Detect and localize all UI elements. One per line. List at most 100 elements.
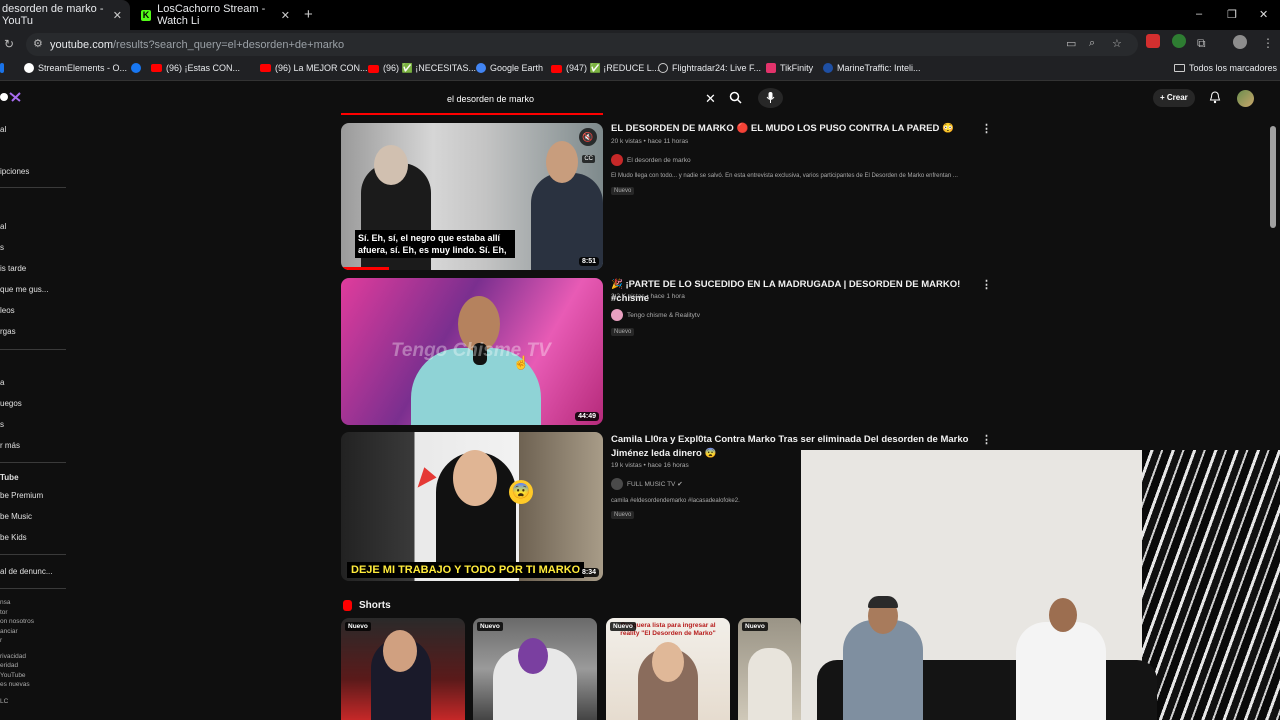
- sidebar-item[interactable]: que me gus...: [0, 285, 48, 294]
- apps-icon[interactable]: [0, 63, 4, 73]
- footer-link[interactable]: YouTube: [0, 672, 26, 679]
- footer-link[interactable]: r: [0, 637, 2, 644]
- person-head: [453, 450, 497, 506]
- video-title[interactable]: 🎉 ¡PARTE DE LO SUCEDIDO EN LA MADRUGADA …: [611, 278, 981, 306]
- sidebar-item[interactable]: ipciones: [0, 167, 29, 176]
- divider: [0, 588, 66, 589]
- bookmark-item[interactable]: (947) ✅ ¡REDUCE L...: [551, 63, 659, 74]
- menu-dots-icon[interactable]: ⋮: [1262, 36, 1274, 50]
- all-bookmarks-folder[interactable]: Todos los marcadores: [1174, 63, 1277, 73]
- close-icon[interactable]: ✕: [281, 9, 290, 22]
- new-badge: Nuevo: [345, 622, 371, 631]
- video-title[interactable]: EL DESORDEN DE MARKO 🔴 EL MUDO LOS PUSO …: [611, 122, 981, 136]
- maximize-icon[interactable]: ❐: [1227, 8, 1237, 21]
- profile-avatar-icon[interactable]: [1233, 35, 1247, 49]
- new-tab-button[interactable]: +: [304, 6, 313, 23]
- sidebar-item[interactable]: al: [0, 222, 6, 231]
- footer-link[interactable]: eridad: [0, 662, 18, 669]
- video-meta: 2.2 K vistas • hace 1 hora: [611, 293, 685, 300]
- zoom-icon[interactable]: ⌕: [1089, 37, 1095, 50]
- sidebar-item[interactable]: al: [0, 125, 6, 134]
- search-icon[interactable]: [729, 91, 742, 109]
- divider: [0, 554, 66, 555]
- tab-youtube-search[interactable]: desorden de marko - YouTu ✕: [0, 0, 130, 30]
- short-card[interactable]: Nuevo: [473, 618, 597, 720]
- flightradar-icon: [658, 63, 668, 73]
- sidebar-item[interactable]: be Kids: [0, 533, 27, 542]
- sidebar-item[interactable]: rgas: [0, 327, 16, 336]
- sidebar-item[interactable]: be Music: [0, 512, 32, 521]
- close-window-icon[interactable]: ✕: [1259, 8, 1268, 21]
- cast-icon[interactable]: ▭: [1066, 37, 1076, 50]
- bookmark-item[interactable]: Flightradar24: Live F...: [658, 63, 761, 73]
- tab-title: LosCachorro Stream - Watch Li: [157, 3, 266, 27]
- footer-link[interactable]: nsa: [0, 599, 10, 606]
- logo-icon[interactable]: [0, 90, 22, 104]
- cap: [868, 596, 898, 608]
- footer-link[interactable]: rivacidad: [0, 653, 26, 660]
- sidebar-item[interactable]: r más: [0, 441, 20, 450]
- sidebar-item[interactable]: leos: [0, 306, 15, 315]
- search-input[interactable]: el desorden de marko: [447, 94, 534, 104]
- sidebar-item[interactable]: al de denunc...: [0, 567, 52, 576]
- emoji-icon: 😨: [509, 480, 533, 504]
- mute-icon[interactable]: 🔇: [579, 128, 597, 146]
- video-thumbnail[interactable]: Sí. Eh, sí, el negro que estaba allí afu…: [341, 123, 603, 270]
- clear-search-icon[interactable]: ✕: [705, 91, 716, 107]
- more-options-icon[interactable]: ⋮: [981, 433, 992, 446]
- omnibox[interactable]: ⚙ youtube.com/results?search_query=el+de…: [26, 33, 1138, 56]
- footer-link[interactable]: anciar: [0, 628, 18, 635]
- mouse-cursor-icon: ☝: [513, 355, 530, 370]
- sidebar-item[interactable]: Tube: [0, 473, 19, 482]
- short-card[interactable]: Ovequera lista para ingresar al reality …: [606, 618, 730, 720]
- more-options-icon[interactable]: ⋮: [981, 278, 992, 291]
- youtube-icon: [260, 64, 271, 72]
- extension-icon[interactable]: [1146, 34, 1160, 48]
- avatar[interactable]: [1237, 90, 1254, 107]
- create-button[interactable]: + Crear: [1153, 89, 1195, 107]
- url-text[interactable]: youtube.com/results?search_query=el+deso…: [50, 39, 344, 51]
- microphone-icon[interactable]: [758, 88, 783, 108]
- more-options-icon[interactable]: ⋮: [981, 122, 992, 135]
- bookmark-item[interactable]: MarineTraffic: Inteli...: [823, 63, 921, 73]
- puzzle-icon[interactable]: ⧉: [1197, 36, 1206, 51]
- extension-icon[interactable]: [1172, 34, 1186, 48]
- close-icon[interactable]: ✕: [113, 9, 122, 22]
- tab-loscachorro-stream[interactable]: K LosCachorro Stream - Watch Li ✕: [130, 0, 298, 30]
- bookmark-item[interactable]: (96) ✅ ¡NECESITAS...: [368, 63, 476, 74]
- sidebar-item[interactable]: a: [0, 378, 4, 387]
- minimize-icon[interactable]: –: [1196, 8, 1202, 20]
- short-card[interactable]: Nuevo: [341, 618, 465, 720]
- bookmark-item[interactable]: (96) La MEJOR CON...: [260, 63, 368, 73]
- new-badge: Nuevo: [611, 511, 635, 519]
- site-settings-icon[interactable]: ⚙: [33, 37, 43, 50]
- footer-link[interactable]: es nuevas: [0, 681, 30, 688]
- notifications-bell-icon[interactable]: [1209, 91, 1221, 109]
- video-thumbnail[interactable]: 😨 DEJE MI TRABAJO Y TODO POR TI MARKO 8:…: [341, 432, 603, 581]
- short-card[interactable]: Nuevo: [738, 618, 801, 720]
- bookmark-item[interactable]: (96) ¡Estas CON...: [131, 63, 240, 73]
- channel-link[interactable]: FULL MUSIC TV ✔: [611, 478, 683, 490]
- scrollbar[interactable]: [1270, 126, 1276, 228]
- footer-link[interactable]: on nosotros: [0, 618, 34, 625]
- arrow-icon: [411, 467, 437, 493]
- bookmark-star-icon[interactable]: ☆: [1112, 37, 1122, 50]
- video-thumbnail[interactable]: Tengo Chisme TV 44:49: [341, 278, 603, 425]
- caption-text: Sí. Eh, sí, el negro que estaba allí afu…: [355, 230, 515, 258]
- facebook-icon: [131, 63, 141, 73]
- channel-link[interactable]: El desorden de marko: [611, 154, 691, 166]
- sidebar-item[interactable]: s: [0, 243, 4, 252]
- reload-icon[interactable]: ↻: [4, 37, 14, 51]
- sidebar-item[interactable]: s: [0, 420, 4, 429]
- address-bar-row: ↻ ⚙ youtube.com/results?search_query=el+…: [0, 30, 1280, 59]
- channel-link[interactable]: Tengo chisme & Realitytv: [611, 309, 700, 321]
- footer-link[interactable]: tor: [0, 609, 8, 616]
- bookmark-item[interactable]: TikFinity: [766, 63, 813, 73]
- bookmark-item[interactable]: StreamElements - O...: [24, 63, 127, 73]
- copyright: LC: [0, 698, 9, 705]
- sidebar-item[interactable]: uegos: [0, 399, 22, 408]
- sidebar-item[interactable]: be Premium: [0, 491, 43, 500]
- bookmark-item[interactable]: Google Earth: [476, 63, 543, 73]
- sidebar-item[interactable]: is tarde: [0, 264, 26, 273]
- cc-icon[interactable]: CC: [582, 155, 595, 163]
